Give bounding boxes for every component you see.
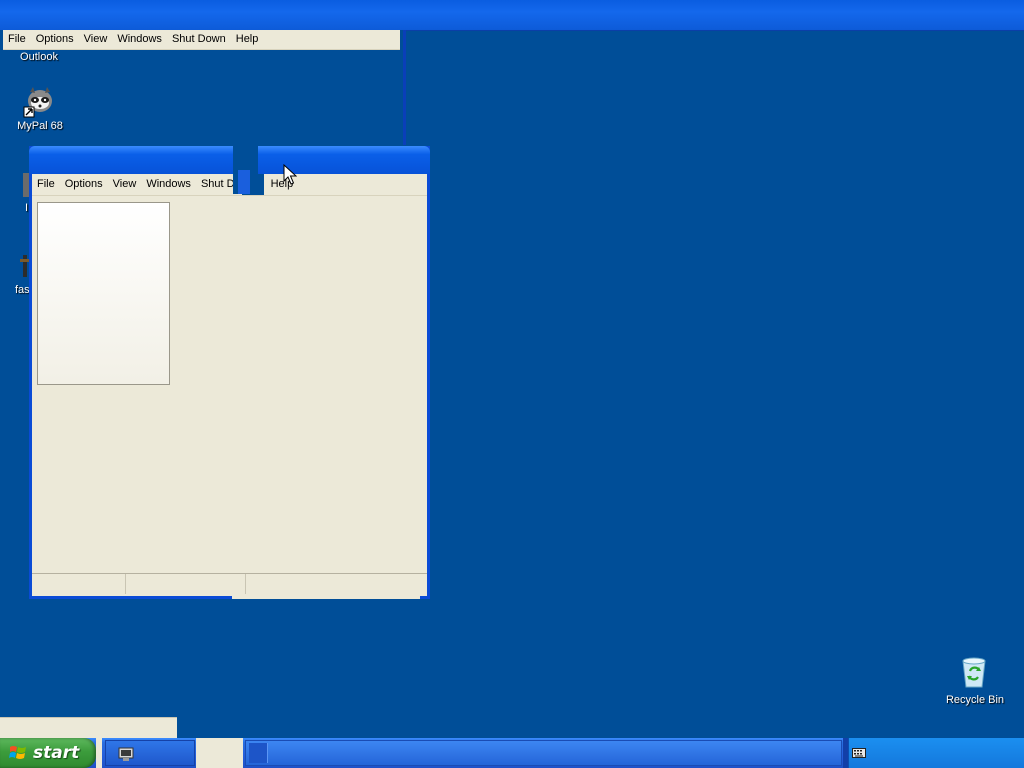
menu-view[interactable]: View — [108, 175, 142, 194]
front-window[interactable]: File Options View Windows Shut D Help — [29, 146, 430, 599]
front-window-titlebar[interactable] — [29, 146, 233, 174]
taskbar-render-gap — [96, 738, 102, 768]
taskbar-button-icon-slot — [249, 743, 268, 763]
status-cell — [32, 574, 126, 594]
recycle-bin-icon[interactable] — [958, 655, 990, 689]
taskbar-window-button[interactable] — [245, 740, 842, 766]
taskbar-render-gap — [196, 738, 243, 768]
menu-view[interactable]: View — [79, 30, 113, 49]
mouse-cursor-icon — [283, 164, 297, 185]
menu-windows[interactable]: Windows — [141, 175, 196, 194]
menu-help[interactable]: Help — [231, 30, 264, 49]
system-tray — [848, 738, 1024, 768]
menu-windows[interactable]: Windows — [112, 30, 167, 49]
front-window-menubar: File Options View Windows Shut D Help — [32, 174, 427, 196]
titlebar-fragment — [238, 170, 250, 194]
window-fragment — [0, 717, 177, 740]
background-window-menubar: File Options View Windows Shut Down Help — [3, 30, 400, 50]
menu-options[interactable]: Options — [60, 175, 108, 194]
windows-logo-icon — [9, 746, 26, 759]
quick-launch-bar — [105, 740, 195, 766]
recycle-bin-label[interactable]: Recycle Bin — [940, 694, 1010, 706]
menu-file[interactable]: File — [32, 175, 60, 194]
titlebar-render-gap — [233, 146, 258, 194]
status-cell — [126, 574, 246, 594]
stray-title-bar — [0, 0, 1024, 31]
partial-fast-label[interactable]: fas — [15, 284, 29, 296]
keyboard-icon[interactable] — [852, 748, 866, 758]
start-button[interactable]: start — [0, 738, 96, 768]
window-bottom-edge — [232, 596, 420, 599]
mypal-raccoon-icon[interactable] — [22, 85, 56, 119]
menu-options[interactable]: Options — [31, 30, 79, 49]
front-window-client-area: File Options View Windows Shut D Help — [32, 174, 427, 596]
menu-file[interactable]: File — [3, 30, 31, 49]
start-label: start — [33, 743, 80, 763]
status-bar — [32, 573, 427, 596]
mypal-desktop-label[interactable]: MyPal 68 — [10, 120, 70, 132]
content-panel[interactable] — [37, 202, 170, 385]
menu-shut-down[interactable]: Shut Down — [167, 30, 231, 49]
outlook-desktop-label[interactable]: Outlook — [14, 51, 64, 63]
show-desktop-icon[interactable] — [118, 746, 134, 762]
